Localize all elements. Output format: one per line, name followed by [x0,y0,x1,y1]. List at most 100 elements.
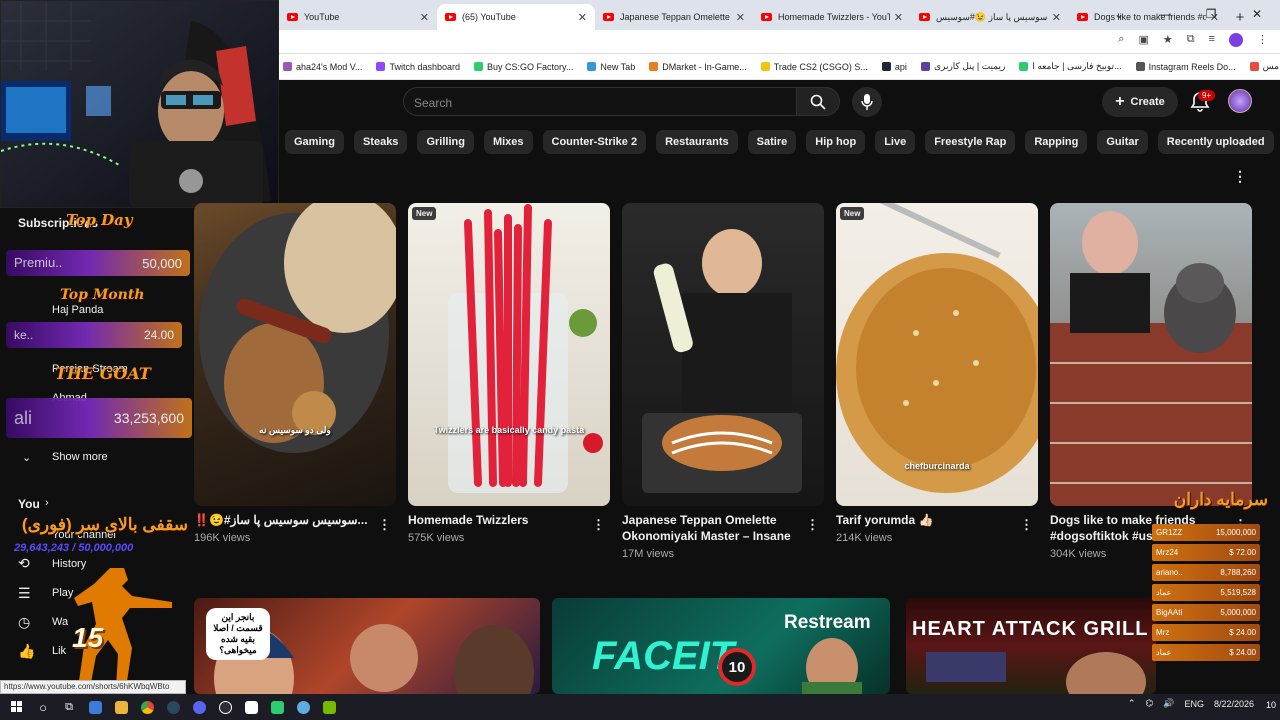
video-thumbnail[interactable]: New Twizzlers are basically candy pasta [408,203,610,506]
browser-tab-0[interactable]: YouTube ✕ [279,4,437,30]
browser-tab-2[interactable]: Japanese Teppan Omelette Ok ✕ [595,4,753,30]
vpn-icon[interactable] [238,694,264,720]
video-thumbnail[interactable]: New chefburcinarda [836,203,1038,506]
notification-center-badge[interactable]: 10 [1266,700,1276,710]
voice-search-button[interactable] [852,87,882,117]
chip-guitar[interactable]: Guitar [1097,130,1148,154]
browser-tab-1[interactable]: (65) YouTube ✕ [437,4,595,30]
bookmark-favicon-icon [587,62,597,71]
browser-tab-3[interactable]: Homemade Twizzlers - YouTub ✕ [753,4,911,30]
bookmark-star-icon[interactable]: ★ [1163,33,1173,47]
bookmark-item[interactable]: ریمیت | پنل کاربری [920,61,1005,72]
bookmark-item[interactable]: Instagram Reels Do... [1135,62,1236,72]
language-indicator[interactable]: ENG [1184,699,1204,709]
chip-freestyle-rap[interactable]: Freestyle Rap [925,130,1016,154]
bookmark-favicon-icon [649,62,659,71]
chip-rapping[interactable]: Rapping [1025,130,1088,154]
taskbar-app-icon[interactable] [82,694,108,720]
bookmark-item[interactable]: توبیخ فارسی | جامعه ا... [1019,61,1122,72]
minimize-button[interactable]: — [1142,0,1188,28]
video-menu-icon[interactable]: ⋮ [806,517,819,533]
close-tab-icon[interactable]: ✕ [578,11,587,24]
chip-steaks[interactable]: Steaks [353,130,408,154]
chip-restaurants[interactable]: Restaurants [656,130,738,154]
leaderboard-row: عماد 5,519,528 [1152,584,1260,601]
chip-recently-uploaded[interactable]: Recently uploaded [1157,130,1274,154]
bookmark-item[interactable]: aha24's Mod V... [283,62,362,72]
zoom-icon[interactable]: ⌕ [1118,33,1124,47]
donor-name: عماد [1156,648,1172,657]
you-heading[interactable]: You [18,497,40,511]
bookmark-item[interactable]: New Tab [587,62,635,72]
video-menu-icon[interactable]: ⋮ [592,517,605,533]
chip-satire[interactable]: Satire [747,130,797,154]
search-input[interactable]: Search [403,87,796,116]
close-tab-icon[interactable]: ✕ [1052,11,1061,24]
leaderboard-row: Mrz24 $ 72.00 [1152,544,1260,561]
network-icon[interactable]: ⌬ [1145,698,1153,709]
chevron-right-icon[interactable]: › [1240,134,1245,150]
chip-gaming[interactable]: Gaming [285,130,344,154]
cast-icon[interactable]: ▣ [1138,33,1148,47]
task-view-icon[interactable]: ⧉ [56,694,82,720]
video-title[interactable]: Japanese Teppan Omelette Okonomiyaki Mas… [622,512,802,544]
taskbar-search-icon[interactable]: ○ [30,694,56,720]
video-thumbnail[interactable] [622,203,824,506]
tab-search-icon[interactable]: ⌄ [1096,0,1142,28]
chip-hip-hop[interactable]: Hip hop [806,130,866,154]
webcam-scene [1,1,278,207]
chrome-icon[interactable] [134,694,160,720]
video-menu-icon[interactable]: ⋮ [1020,517,1033,533]
sidebar-item-haj-panda[interactable]: Haj Panda [52,304,103,316]
bookmark-item[interactable]: api [881,62,907,72]
browser-menu-icon[interactable]: ⋮ [1257,33,1268,47]
extensions-icon[interactable]: ⧉ [1187,33,1195,47]
tab-title: Homemade Twizzlers - YouTub [778,12,890,22]
bookmark-item[interactable]: Twitch dashboard [376,62,460,72]
windows-start-icon[interactable] [4,694,30,720]
chip-mixes[interactable]: Mixes [483,130,533,154]
chip-counter-strike-2[interactable]: Counter-Strike 2 [542,130,647,154]
close-tab-icon[interactable]: ✕ [420,11,429,24]
bookmark-favicon-icon [473,62,483,71]
chip-live[interactable]: Live [875,130,916,154]
steam-icon[interactable] [160,694,186,720]
bottom-video-thumbnail-2[interactable]: FACEIT 10 Restream [552,598,890,694]
bottom-video-thumbnail-1[interactable]: بانجر این قسمت / اصلا بقیه شده میخواهی؟ [194,598,540,694]
create-button[interactable]: + Create [1102,87,1178,117]
video-thumbnail[interactable] [1050,203,1252,506]
nvidia-icon[interactable] [316,694,342,720]
bookmark-item[interactable]: قیمت و خرید پایه مس... [1249,61,1280,72]
account-avatar[interactable] [1228,89,1252,113]
feed-menu-icon[interactable]: ⋮ [1233,168,1247,185]
reading-list-icon[interactable]: ≡ [1209,33,1215,47]
bookmark-item[interactable]: DMarket - In-Game... [649,62,747,72]
chip-grilling[interactable]: Grilling [417,130,474,154]
discord-icon[interactable] [186,694,212,720]
close-tab-icon[interactable]: ✕ [894,11,903,24]
profile-avatar[interactable] [1229,33,1243,47]
tray-chevron-icon[interactable]: ⌃ [1128,698,1136,709]
close-tab-icon[interactable]: ✕ [736,11,745,24]
globe-app-icon[interactable] [290,694,316,720]
search-button[interactable] [796,87,840,116]
counter-strike-soldier-icon [74,568,172,688]
donor-name: ariano.. [1156,568,1183,577]
video-title[interactable]: Tarif yorumda 👍🏻 [836,512,1016,528]
obs-icon[interactable] [212,694,238,720]
bottom-video-thumbnail-3[interactable]: HEART ATTACK GRILL [906,598,1156,694]
clock-date[interactable]: 8/22/2026 [1214,699,1254,709]
close-window-button[interactable]: ✕ [1234,0,1280,28]
shield-app-icon[interactable] [264,694,290,720]
bookmark-item[interactable]: Trade CS2 (CSGO) S... [760,62,868,72]
browser-tab-4[interactable]: سوسیس پا ساز 😉#سوسیس ✕ [911,4,1069,30]
video-thumbnail[interactable]: ولی دو سوسیس نه [194,203,396,506]
maximize-button[interactable]: ❐ [1188,0,1234,28]
bookmark-item[interactable]: Buy CS:GO Factory... [473,62,573,72]
video-title[interactable]: Homemade Twizzlers [408,512,588,528]
video-menu-icon[interactable]: ⋮ [378,517,391,533]
file-explorer-icon[interactable] [108,694,134,720]
show-more-button[interactable]: Show more [52,451,108,463]
volume-icon[interactable]: 🔊 [1163,698,1174,709]
video-title[interactable]: ‼️😉#سوسیس سوسیس پا ساز... [194,512,374,528]
